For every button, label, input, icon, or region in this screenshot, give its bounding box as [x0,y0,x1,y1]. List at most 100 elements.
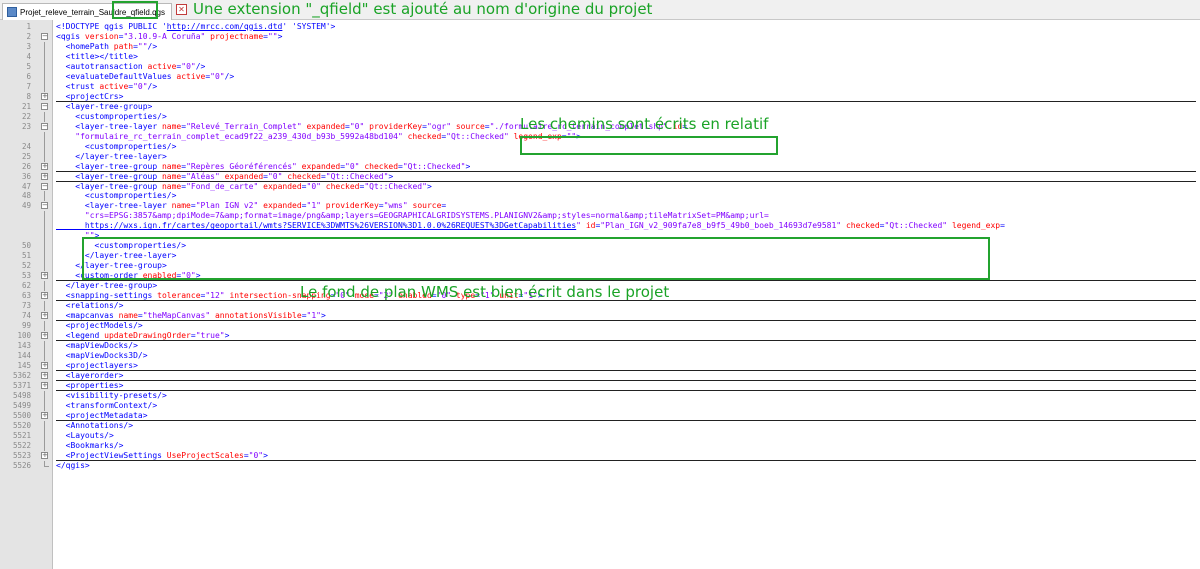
code-token: "12" [205,291,225,301]
code-token: "" [137,41,148,51]
code-token: <Annotations/> [56,420,134,430]
line-number [0,211,31,221]
fold-collapse-icon[interactable]: − [38,122,53,132]
line-number: 5362 [12,370,31,380]
code-token: checked [845,221,880,231]
line-number: 100 [17,331,31,341]
fold-line [38,440,53,451]
code-token: version [84,31,119,41]
code-token: "0" [248,450,264,460]
code-token: <visibility-presets/> [56,390,167,400]
code-token: providerKey [325,201,379,211]
line-number: 145 [17,360,31,370]
fold-line [38,111,53,122]
code-token: name [171,201,191,211]
fold-line [38,301,53,312]
code-token: "0" [210,71,225,81]
line-number: 62 [21,281,31,291]
fold-expand-icon[interactable]: + [38,371,53,381]
fold-expand-icon[interactable]: + [38,162,53,172]
code-token: checked [287,171,321,181]
fold-line [38,41,53,52]
code-token: name [161,171,182,181]
code-token: <legend [56,331,105,341]
fold-collapse-icon[interactable]: − [38,102,53,112]
line-number: 36 [21,171,31,181]
fold-line [38,151,53,162]
line-number: 144 [17,350,31,360]
line-number: 1 [26,22,31,31]
code-line: <autotransaction active="0"/> [56,62,1196,72]
code-token: expanded [301,161,341,171]
fold-line [38,390,53,401]
code-token: "0" [349,121,365,131]
code-token: > [388,171,394,181]
code-token: source [412,201,442,211]
fold-line [38,251,53,262]
line-number: 25 [21,151,31,161]
code-line: <transformContext/> [56,401,1196,411]
code-token: /> [224,71,235,81]
fold-expand-icon[interactable]: + [38,92,53,102]
line-number: 5522 [12,440,31,450]
fold-collapse-icon[interactable]: − [38,32,53,42]
code-line: <layer-tree-group name="Fond_de_carte" e… [56,182,1196,192]
line-number: 53 [21,271,31,281]
code-token: active [176,71,206,81]
code-token[interactable]: http://mrcc.com/qgis.dtd [167,22,283,31]
line-number: 4 [26,51,31,61]
fold-expand-icon[interactable]: + [38,291,53,301]
code-token: "true" [195,331,225,341]
code-token: <evaluateDefaultValues [56,71,177,81]
line-number: 49 [21,201,31,211]
close-tab-icon[interactable]: ✕ [176,4,187,15]
fold-expand-icon[interactable]: + [38,381,53,391]
fold-collapse-icon[interactable]: − [38,201,53,211]
line-number [0,221,31,231]
line-number: 47 [21,181,31,191]
code-token: <transformContext/> [56,400,158,410]
code-token: <mapViewDocks3D/> [56,350,148,360]
code-line: <evaluateDefaultValues active="0"/> [56,72,1196,82]
code-token: /> [147,81,158,91]
code-line: <Annotations/> [56,421,1196,431]
code-token: name [161,161,182,171]
fold-collapse-icon[interactable]: − [38,182,53,192]
code-token: "ogr" [426,121,452,131]
code-token: </layer-tree-group> [56,281,158,291]
code-token: "3.10.9-A Coruña" [123,31,206,41]
code-token: name [118,311,138,321]
code-token: ' 'SYSTEM'> [282,22,336,31]
line-number: 26 [21,161,31,171]
code-token: <customproperties/> [56,111,167,121]
fold-expand-icon[interactable]: + [38,172,53,182]
fold-line [38,141,53,152]
fold-expand-icon[interactable]: + [38,271,53,281]
annotation-relative-paths: Les chemins sont écrits en relatif [520,115,769,133]
code-token: source [455,121,485,131]
code-token: > [426,181,432,191]
fold-expand-icon[interactable]: + [38,331,53,341]
fold-line [38,231,53,242]
code-token: <layer-tree-group [56,161,162,171]
fold-expand-icon[interactable]: + [38,311,53,321]
code-token: "0" [345,161,360,171]
code-token: <properties> [56,380,124,390]
code-line: <visibility-presets/> [56,391,1196,401]
line-number: 5 [26,61,31,71]
code-token: tolerance [157,291,201,301]
code-line: <qgis version="3.10.9-A Coruña" projectn… [56,32,1196,42]
code-line: <properties> [56,381,1196,391]
fold-line [38,61,53,72]
code-line: </qgis> [56,461,1196,471]
code-line: <title></title> [56,52,1196,62]
code-token[interactable]: https://wxs.ign.fr/cartes/geoportail/wmt… [56,221,576,230]
code-token: <layer-tree-layer [56,201,172,211]
fold-expand-icon[interactable]: + [38,451,53,461]
code-token: > [277,31,283,41]
fold-expand-icon[interactable]: + [38,361,53,371]
code-token: "Relevé_Terrain_Complet" [186,121,302,131]
line-number [0,231,31,241]
fold-line [38,400,53,411]
fold-expand-icon[interactable]: + [38,411,53,421]
